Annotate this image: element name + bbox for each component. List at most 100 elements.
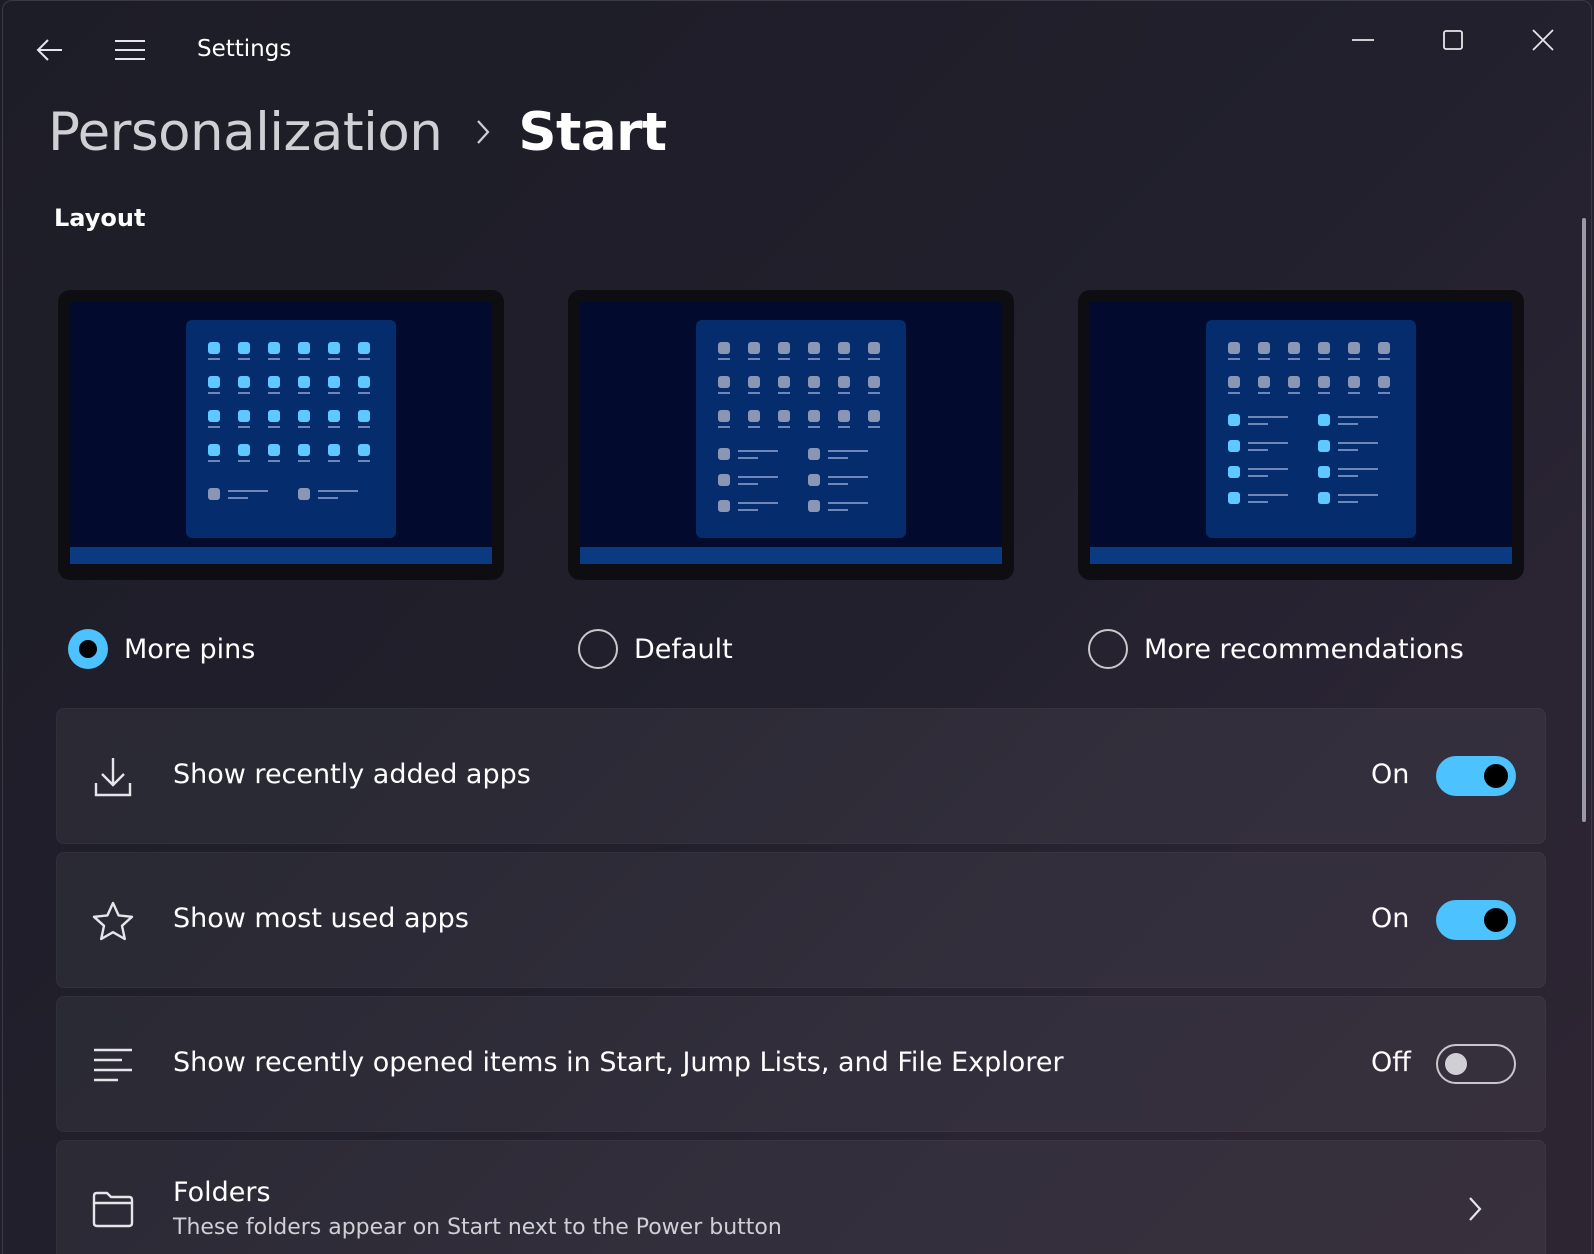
preview-line xyxy=(298,358,310,360)
navigation-menu-button[interactable] xyxy=(108,28,152,72)
preview-line xyxy=(358,358,370,360)
maximize-button[interactable] xyxy=(1408,12,1498,68)
radio-label: More pins xyxy=(124,633,256,665)
layout-preview-default[interactable] xyxy=(568,290,1014,580)
preview-line xyxy=(1378,358,1390,360)
preview-tile xyxy=(1228,414,1240,426)
preview-line xyxy=(808,426,820,428)
preview-taskbar xyxy=(580,547,1002,564)
preview-tile xyxy=(1318,414,1330,426)
preview-tile xyxy=(748,342,760,354)
radio-label: More recommendations xyxy=(1144,633,1464,665)
preview-line xyxy=(328,392,340,394)
preview-tile xyxy=(268,342,280,354)
preview-tile xyxy=(238,376,250,388)
preview-line xyxy=(228,490,268,492)
show-recently-opened-items-toggle[interactable] xyxy=(1436,1044,1516,1084)
preview-line xyxy=(1248,475,1268,477)
folders-title: Folders xyxy=(173,1177,271,1208)
preview-line xyxy=(298,460,310,462)
minimize-button[interactable] xyxy=(1318,12,1408,68)
preview-screen xyxy=(70,302,492,564)
radio-option-default[interactable]: Default xyxy=(578,626,733,672)
star-icon xyxy=(89,897,137,945)
preview-line xyxy=(828,450,868,452)
preview-tile xyxy=(808,410,820,422)
setting-show-recently-opened-items: Show recently opened items in Start, Jum… xyxy=(56,996,1546,1132)
preview-screen xyxy=(1090,302,1512,564)
maximize-icon xyxy=(1443,30,1463,50)
preview-tile xyxy=(778,410,790,422)
hamburger-menu-icon xyxy=(115,40,145,60)
setting-folders[interactable]: Folders These folders appear on Start ne… xyxy=(56,1140,1546,1254)
preview-line xyxy=(358,460,370,462)
layout-section-title: Layout xyxy=(54,204,146,232)
close-button[interactable] xyxy=(1498,12,1588,68)
layout-preview-more-recommendations[interactable] xyxy=(1078,290,1524,580)
preview-line xyxy=(738,509,758,511)
preview-tile xyxy=(1318,376,1330,388)
show-most-used-apps-toggle[interactable] xyxy=(1436,900,1516,940)
preview-line xyxy=(718,358,730,360)
preview-tile xyxy=(838,376,850,388)
preview-line xyxy=(1338,475,1358,477)
preview-line xyxy=(718,392,730,394)
radio-option-more-pins[interactable]: More pins xyxy=(68,626,255,672)
preview-line xyxy=(208,460,220,462)
preview-line xyxy=(1248,423,1268,425)
layout-preview-more-pins[interactable] xyxy=(58,290,504,580)
preview-tile xyxy=(1288,376,1300,388)
preview-line xyxy=(1288,392,1300,394)
preview-tile xyxy=(358,376,370,388)
preview-tile xyxy=(1228,492,1240,504)
folder-icon xyxy=(89,1185,137,1233)
preview-line xyxy=(1288,358,1300,360)
back-arrow-icon xyxy=(36,39,62,61)
preview-line xyxy=(1318,358,1330,360)
preview-tile xyxy=(358,410,370,422)
show-recently-added-apps-toggle[interactable] xyxy=(1436,756,1516,796)
preview-tile xyxy=(328,342,340,354)
preview-tile xyxy=(268,376,280,388)
preview-line xyxy=(838,358,850,360)
radio-button-selected[interactable] xyxy=(68,629,108,669)
preview-line xyxy=(738,457,758,459)
radio-button[interactable] xyxy=(578,629,618,669)
preview-line xyxy=(778,392,790,394)
preview-line xyxy=(738,476,778,478)
preview-line xyxy=(828,509,848,511)
preview-tile xyxy=(238,444,250,456)
preview-line xyxy=(1338,423,1358,425)
preview-line xyxy=(298,426,310,428)
preview-line xyxy=(208,392,220,394)
preview-line xyxy=(748,358,760,360)
preview-tile xyxy=(1228,376,1240,388)
vertical-scrollbar[interactable] xyxy=(1582,218,1586,822)
preview-line xyxy=(358,392,370,394)
preview-tile xyxy=(718,448,730,460)
preview-tile xyxy=(208,488,220,500)
radio-option-more-recommendations[interactable]: More recommendations xyxy=(1088,626,1464,672)
preview-tile xyxy=(718,410,730,422)
preview-line xyxy=(1258,358,1270,360)
preview-tile xyxy=(328,410,340,422)
preview-line xyxy=(1338,501,1358,503)
chevron-right-icon xyxy=(1457,1189,1493,1229)
preview-line xyxy=(1348,392,1360,394)
minimize-icon xyxy=(1352,39,1374,41)
preview-start-menu xyxy=(1206,320,1416,538)
setting-show-most-used-apps: Show most used apps On xyxy=(56,852,1546,988)
toggle-knob xyxy=(1484,908,1508,932)
breadcrumb-personalization[interactable]: Personalization xyxy=(48,102,443,163)
preview-tile xyxy=(748,410,760,422)
preview-taskbar xyxy=(1090,547,1512,564)
preview-line xyxy=(738,450,778,452)
preview-line xyxy=(828,476,868,478)
title-bar: Settings xyxy=(0,0,1594,92)
preview-line xyxy=(868,392,880,394)
back-button[interactable] xyxy=(28,28,72,72)
list-lines-icon xyxy=(89,1041,137,1089)
preview-tile xyxy=(358,342,370,354)
radio-button[interactable] xyxy=(1088,629,1128,669)
preview-tile xyxy=(268,444,280,456)
